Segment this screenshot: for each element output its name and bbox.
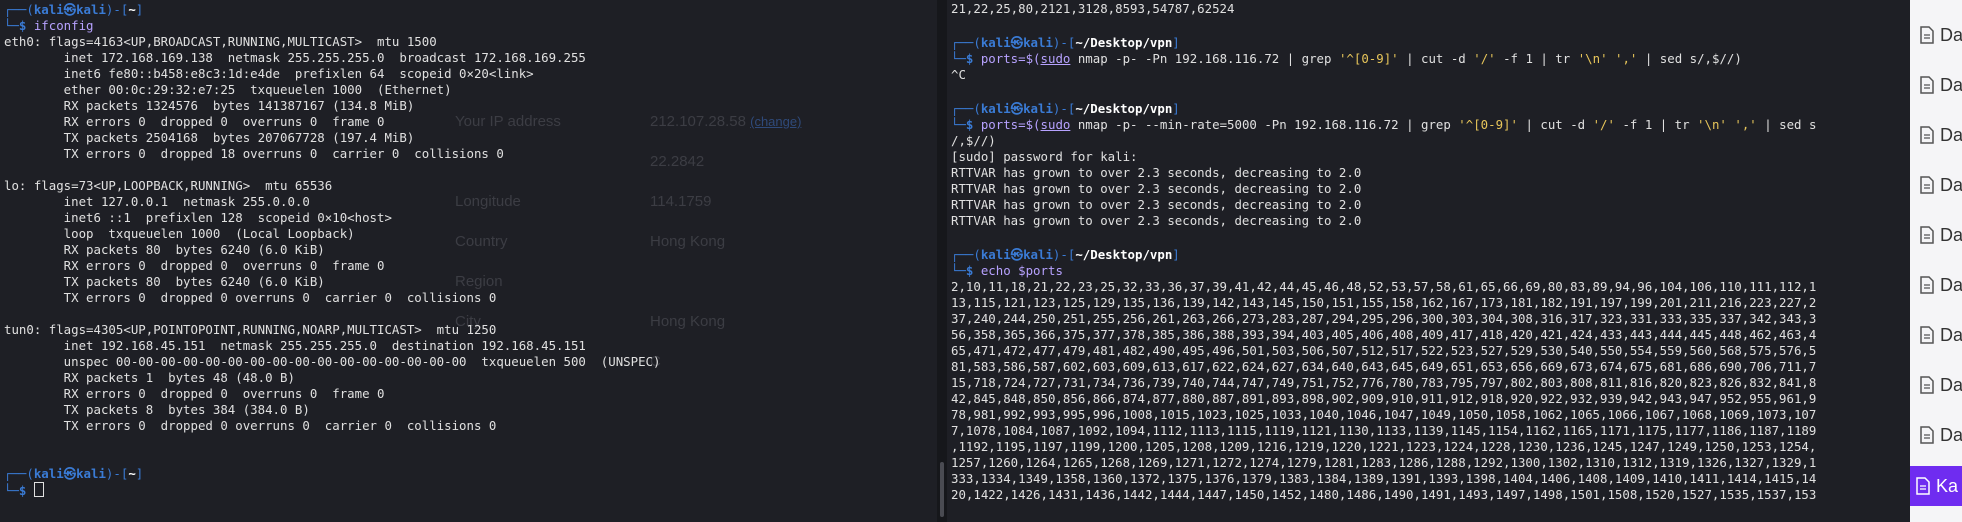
- output-line: RTTVAR has grown to over 2.3 seconds, de…: [951, 181, 1362, 196]
- file-item[interactable]: Da: [1920, 272, 1962, 298]
- previous-output-line: 21,22,25,80,2121,3128,8593,54787,62524: [951, 1, 1235, 16]
- file-item[interactable]: Da: [1920, 72, 1962, 98]
- text-cursor: [33, 482, 44, 497]
- document-icon: [1920, 226, 1934, 244]
- document-icon: [1920, 276, 1934, 294]
- file-item[interactable]: Da: [1920, 222, 1962, 248]
- document-icon: [1920, 76, 1934, 94]
- pane-divider[interactable]: [937, 0, 947, 522]
- document-icon: [1920, 176, 1934, 194]
- input-line[interactable]: └─$: [4, 482, 933, 498]
- document-icon: [1916, 477, 1930, 495]
- file-item-active[interactable]: Ka: [1910, 466, 1962, 506]
- file-item[interactable]: Da: [1920, 172, 1962, 198]
- output-line: RTTVAR has grown to over 2.3 seconds, de…: [951, 197, 1362, 212]
- output-line: RTTVAR has grown to over 2.3 seconds, de…: [951, 213, 1362, 228]
- right-terminal-pane[interactable]: 21,22,25,80,2121,3128,8593,54787,62524 ┌…: [947, 0, 1910, 522]
- left-terminal-pane[interactable]: Your IP address 212.107.28.58 (change) 22…: [0, 0, 937, 522]
- prompt-line: ┌──(kali㉿kali)-[~/Desktop/vpn]: [951, 35, 1180, 50]
- output-line: RTTVAR has grown to over 2.3 seconds, de…: [951, 165, 1362, 180]
- file-list-panel: Da Da Da Da Da Da Da Da Da Ka: [1910, 0, 1962, 522]
- command-wrap-line: /,$//): [951, 133, 996, 148]
- file-item[interactable]: Da: [1920, 322, 1962, 348]
- tun0-block: tun0: flags=4305<UP,POINTOPOINT,RUNNING,…: [4, 322, 661, 433]
- right-terminal-output: 21,22,25,80,2121,3128,8593,54787,62524 ┌…: [951, 1, 1906, 503]
- command-line: └─$ echo $ports: [951, 263, 1063, 278]
- file-item[interactable]: Da: [1920, 422, 1962, 448]
- document-icon: [1920, 326, 1934, 344]
- prompt-line: ┌──(kali㉿kali)-[~/Desktop/vpn]: [951, 247, 1180, 262]
- document-icon: [1920, 426, 1934, 444]
- file-item[interactable]: Da: [1920, 22, 1962, 48]
- document-icon: [1920, 126, 1934, 144]
- command-line: └─$ ports=$(sudo nmap -p- -Pn 192.168.11…: [951, 51, 1742, 66]
- eth0-block: eth0: flags=4163<UP,BROADCAST,RUNNING,MU…: [4, 34, 586, 161]
- lo-block: lo: flags=73<UP,LOOPBACK,RUNNING> mtu 65…: [4, 178, 497, 305]
- file-item[interactable]: Da: [1920, 122, 1962, 148]
- file-item[interactable]: Da: [1920, 372, 1962, 398]
- document-icon: [1920, 376, 1934, 394]
- document-icon: [1920, 26, 1934, 44]
- output-line: ^C: [951, 67, 966, 82]
- scrollbar-thumb[interactable]: [940, 462, 944, 517]
- prompt-line: ┌──(kali㉿kali)-[~]: [4, 2, 144, 17]
- output-line: [sudo] password for kali:: [951, 149, 1138, 164]
- prompt-line: ┌──(kali㉿kali)-[~/Desktop/vpn]: [951, 101, 1180, 116]
- left-terminal-output: ┌──(kali㉿kali)-[~] └─$ ifconfig eth0: fl…: [4, 2, 933, 498]
- ports-output: 2,10,11,18,21,22,23,25,32,33,36,37,39,41…: [951, 279, 1817, 502]
- prompt-line: ┌──(kali㉿kali)-[~]: [4, 466, 144, 481]
- command-line: └─$ ports=$(sudo nmap -p- --min-rate=500…: [951, 117, 1817, 132]
- command-line: └─$ ifconfig: [4, 18, 94, 33]
